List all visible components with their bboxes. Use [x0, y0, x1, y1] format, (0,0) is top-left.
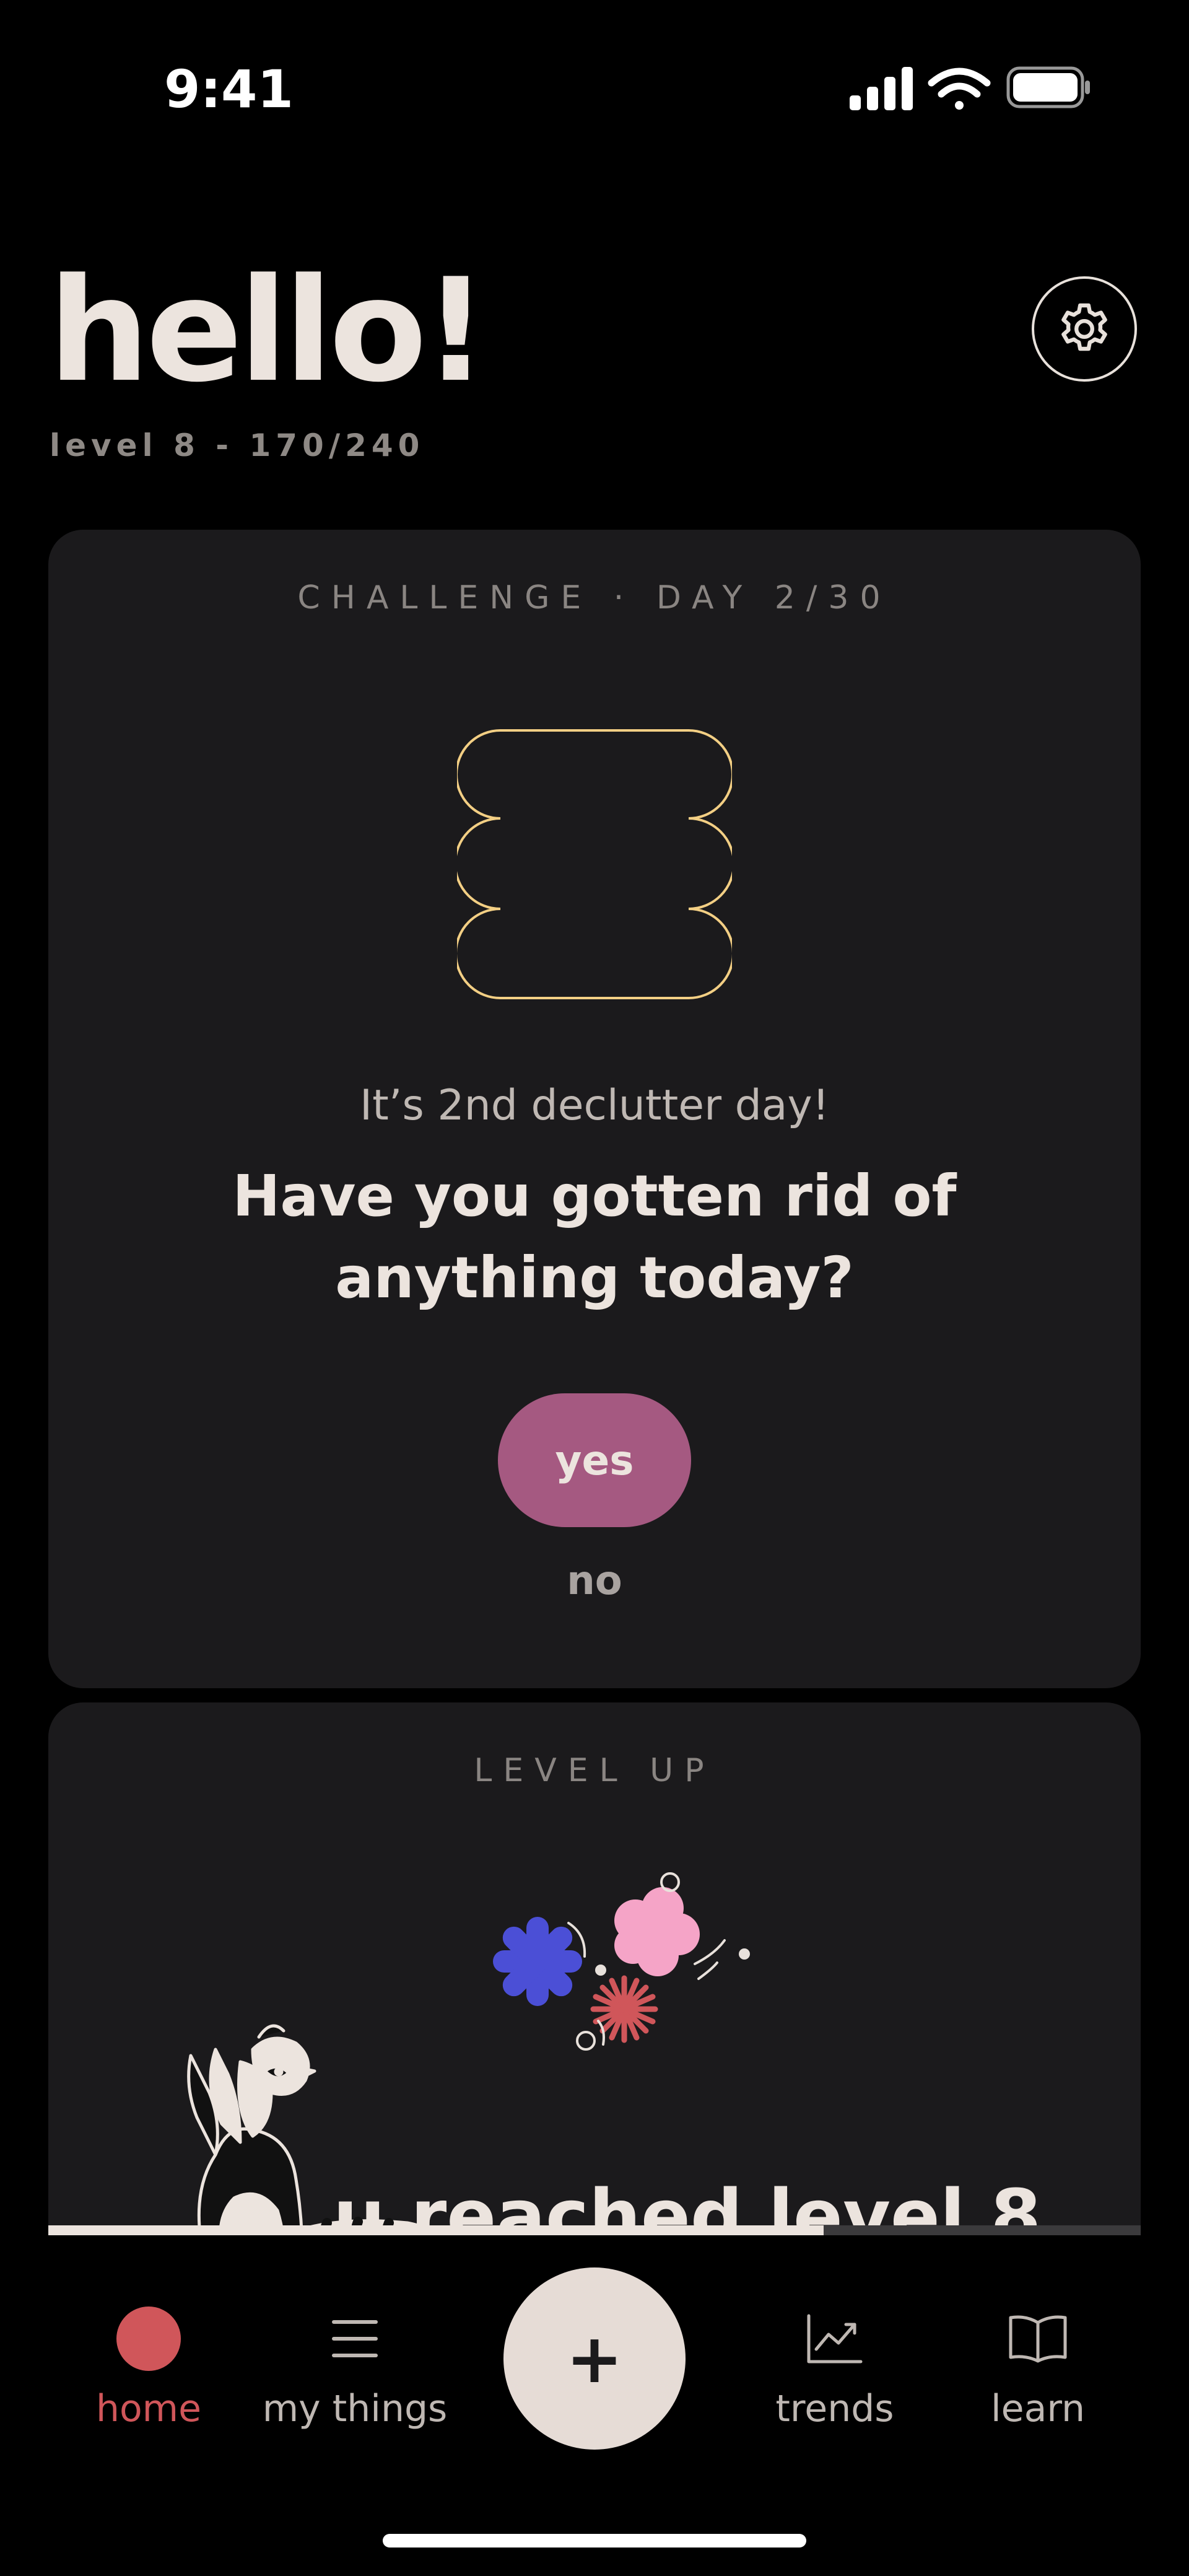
wifi-icon [928, 68, 991, 110]
tab-my-things-label: my things [262, 2387, 448, 2430]
yes-button[interactable]: yes [498, 1393, 691, 1527]
challenge-subtitle: It’s 2nd declutter day! [360, 1081, 829, 1130]
pink-flower-icon [614, 1887, 700, 1976]
level-progress-text: level 8 - 170/240 [50, 427, 425, 463]
tab-home-label: home [95, 2387, 202, 2430]
challenge-question-line-1: Have you gotten rid of [232, 1163, 957, 1229]
tab-learn[interactable]: learn [939, 2295, 1137, 2430]
challenge-question: Have you gotten rid of anything today? [48, 1155, 1141, 1319]
tab-trends-label: trends [775, 2387, 894, 2430]
status-time: 9:41 [164, 59, 294, 120]
status-icons [850, 66, 1090, 110]
chart-line-icon [736, 2295, 934, 2382]
home-indicator [383, 2534, 806, 2548]
no-button[interactable]: no [48, 1558, 1141, 1604]
battery-icon [1006, 66, 1090, 108]
tab-trends[interactable]: trends [736, 2295, 934, 2430]
settings-button[interactable] [1032, 276, 1137, 382]
tab-learn-label: learn [991, 2387, 1085, 2430]
tab-bar: home my things + trends learn [0, 2236, 1189, 2576]
gear-icon [1061, 303, 1107, 351]
signal-icon [850, 67, 913, 110]
page-title: hello! [48, 248, 488, 414]
add-button[interactable]: + [503, 2267, 686, 2450]
challenge-day-label: CHALLENGE · DAY 2/30 [297, 579, 892, 616]
stacked-cloud-icon [457, 729, 732, 999]
tab-my-things[interactable]: my things [256, 2295, 454, 2430]
tab-home[interactable]: home [50, 2295, 248, 2430]
no-button-label: no [567, 1558, 622, 1604]
book-icon [939, 2295, 1137, 2382]
challenge-card: CHALLENGE · DAY 2/30 It’s 2nd declutter … [48, 530, 1141, 1688]
list-icon [256, 2295, 454, 2382]
challenge-question-line-2: anything today? [335, 1245, 854, 1311]
home-dot-icon [50, 2295, 248, 2382]
level-up-label: LEVEL UP [474, 1752, 715, 1789]
level-up-card: LEVEL UP u reached level 8 [48, 1702, 1141, 2235]
level-progress-fill [48, 2225, 824, 2235]
